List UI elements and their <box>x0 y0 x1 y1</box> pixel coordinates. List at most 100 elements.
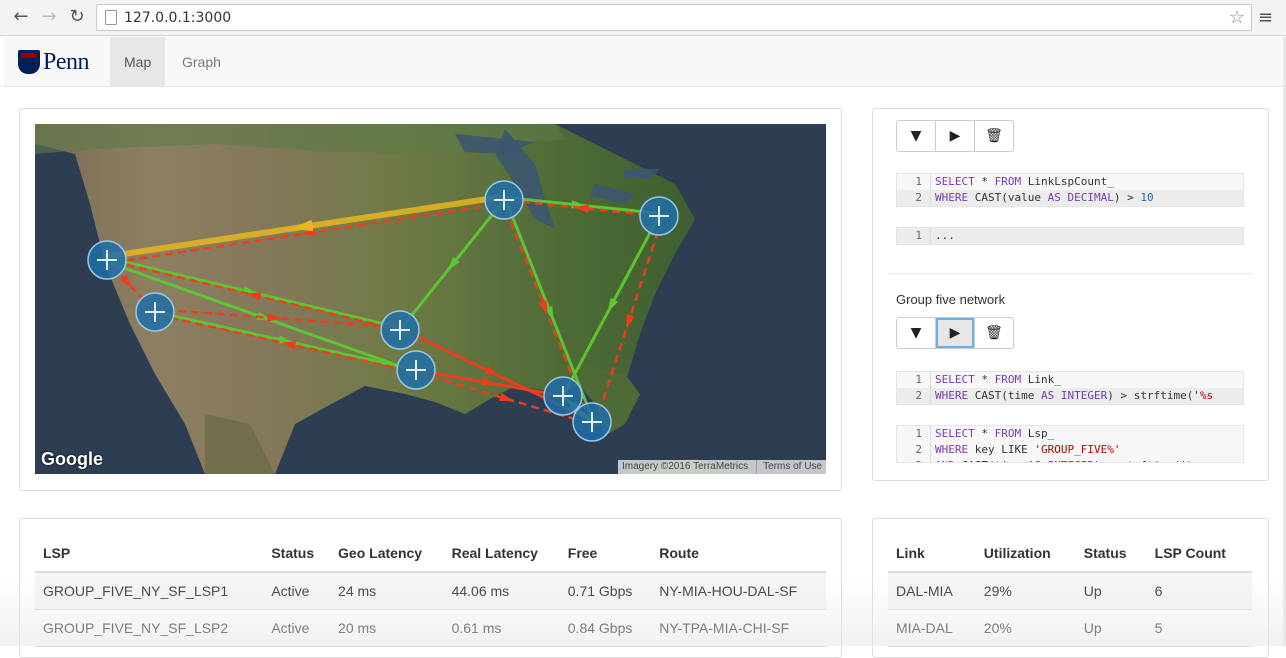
query-result-1[interactable]: 1... <box>896 227 1244 245</box>
caret-down-icon: ▼ <box>910 128 922 144</box>
code-token: ) > <box>1113 191 1141 204</box>
column-header[interactable]: Link <box>888 535 976 573</box>
run-query-button[interactable]: ▶ <box>935 120 975 152</box>
column-header[interactable]: Real Latency <box>443 535 560 573</box>
collapse-button[interactable]: ▼ <box>896 120 936 152</box>
code-line[interactable]: 1 SELECT * FROM LinkLspCount_ <box>897 174 1243 190</box>
code-token: SELECT <box>935 175 975 188</box>
code-token: FROM <box>994 373 1022 386</box>
code-line[interactable]: 2 WHERE CAST(time AS INTEGER) > strftime(… <box>897 388 1243 404</box>
penn-shield-icon <box>18 50 40 74</box>
tab-graph[interactable]: Graph <box>168 37 235 87</box>
forward-icon[interactable]: → <box>38 6 60 28</box>
router-node-icon[interactable] <box>380 310 420 350</box>
code-token: CAST(time <box>968 389 1041 402</box>
tab-map[interactable]: Map <box>110 37 166 87</box>
collapse-button[interactable]: ▼ <box>896 317 936 349</box>
browser-menu-icon[interactable]: ≡ <box>1258 7 1273 28</box>
column-header[interactable]: LSP <box>35 535 264 573</box>
table-cell: 0.61 ms <box>443 609 560 647</box>
line-number: 2 <box>897 442 931 458</box>
column-header[interactable]: LSP Count <box>1146 535 1252 573</box>
code-line[interactable]: 1 SELECT * FROM Link_ <box>897 372 1243 388</box>
code-line[interactable]: 3 AND CAST(time AS INTEGER) > strftime('%… <box>897 458 1243 462</box>
code-token: AND <box>935 458 955 462</box>
link-table-header: Link Utilization Status LSP Count <box>888 535 1252 573</box>
link-table: Link Utilization Status LSP Count DAL-MIA 29… <box>888 535 1252 647</box>
page-icon <box>105 10 117 25</box>
network-map[interactable]: Google Imagery ©2016 TerraMetrics Terms … <box>35 124 826 474</box>
line-number: 1 <box>897 174 931 190</box>
logo-text: Penn <box>43 48 90 75</box>
column-header[interactable]: Utilization <box>975 535 1076 573</box>
router-node-icon[interactable] <box>484 180 524 220</box>
table-cell: Up <box>1075 572 1147 610</box>
column-header[interactable]: Status <box>263 535 331 573</box>
router-node-icon[interactable] <box>87 240 127 280</box>
map-canvas[interactable] <box>35 124 826 474</box>
code-token: * <box>974 373 995 386</box>
code-token: WHERE <box>935 191 969 204</box>
table-cell: 6 <box>1146 572 1252 610</box>
back-icon[interactable]: ← <box>10 6 32 28</box>
table-row[interactable]: GROUP_FIVE_NY_SF_LSP1 Active 24 ms 44.06 ms… <box>35 572 826 610</box>
column-header[interactable]: Geo Latency <box>330 535 444 573</box>
run-query-button[interactable]: ▶ <box>935 317 975 349</box>
table-row[interactable]: DAL-MIA 29% Up 6 <box>888 572 1252 610</box>
router-node-icon[interactable] <box>572 402 612 442</box>
table-row[interactable]: MIA-DAL 20% Up 5 <box>888 609 1252 647</box>
table-cell: GROUP_FIVE_NY_SF_LSP1 <box>35 572 264 610</box>
reload-icon[interactable]: ↻ <box>66 6 88 28</box>
query-editor-1[interactable]: 1 SELECT * FROM LinkLspCount_ 2 WHERE CAST(… <box>896 173 1244 207</box>
code-token: ... <box>935 229 955 242</box>
app-navbar: Penn Map Graph <box>4 37 1284 87</box>
code-token: AS INTEGER <box>1028 458 1094 462</box>
caret-down-icon: ▼ <box>910 325 922 341</box>
column-header[interactable]: Status <box>1075 535 1147 573</box>
code-line[interactable]: 2 WHERE key LIKE 'GROUP_FIVE%' <box>897 442 1243 458</box>
router-node-icon[interactable] <box>639 196 679 236</box>
address-url[interactable]: 127.0.0.1:3000 <box>124 10 231 26</box>
code-token: CAST(value <box>968 191 1048 204</box>
column-header[interactable]: Route <box>651 535 826 573</box>
table-cell: Active <box>263 609 331 647</box>
line-number: 1 <box>897 372 931 388</box>
query-toolbar-2: ▼ ▶ 🗑 <box>896 317 1014 349</box>
table-cell: 0.71 Gbps <box>559 572 652 610</box>
table-cell: GROUP_FIVE_NY_SF_LSP2 <box>35 609 264 647</box>
code-line[interactable]: 2 WHERE CAST(value AS DECIMAL) > 10 <box>897 190 1243 206</box>
router-node-icon[interactable] <box>543 376 583 416</box>
code-token: * <box>974 427 995 440</box>
code-line[interactable]: 1... <box>897 228 1243 244</box>
line-number: 2 <box>897 190 931 206</box>
table-cell: 0.84 Gbps <box>559 609 652 647</box>
column-header[interactable]: Free <box>559 535 652 573</box>
address-bar[interactable]: 127.0.0.1:3000 ☆ <box>96 4 1252 31</box>
code-token: key LIKE <box>968 443 1035 456</box>
trash-icon: 🗑 <box>985 128 1003 144</box>
query-editor-2[interactable]: 1 SELECT * FROM Link_ 2 WHERE CAST(time AS … <box>896 371 1244 405</box>
table-cell: Active <box>263 572 331 610</box>
code-token: * <box>974 175 995 188</box>
delete-query-button[interactable]: 🗑 <box>974 120 1014 152</box>
code-token: ) > strftime(' <box>1094 458 1187 462</box>
line-number: 1 <box>897 426 931 442</box>
play-icon: ▶ <box>949 325 961 341</box>
terms-of-use-link[interactable]: Terms of Use <box>756 460 822 474</box>
line-number: 2 <box>897 388 931 404</box>
code-line[interactable]: 1 SELECT * FROM Lsp_ <box>897 426 1243 442</box>
code-token: FROM <box>994 427 1022 440</box>
table-cell: 44.06 ms <box>443 572 560 610</box>
query-editor-3[interactable]: 1 SELECT * FROM Lsp_ 2 WHERE key LIKE 'GROU… <box>896 425 1244 463</box>
map-attribution: Imagery ©2016 TerraMetrics Terms of Use <box>617 460 826 474</box>
table-row[interactable]: GROUP_FIVE_NY_SF_LSP2 Active 20 ms 0.61 ms 0… <box>35 609 826 647</box>
query-toolbar-1: ▼ ▶ 🗑 <box>896 120 1014 152</box>
delete-query-button[interactable]: 🗑 <box>974 317 1014 349</box>
bookmark-star-icon[interactable]: ☆ <box>1229 7 1245 28</box>
router-node-icon[interactable] <box>396 350 436 390</box>
table-cell: NY-MIA-HOU-DAL-SF <box>651 572 826 610</box>
table-cell: 5 <box>1146 609 1252 647</box>
router-node-icon[interactable] <box>135 292 175 332</box>
penn-logo[interactable]: Penn <box>18 48 90 75</box>
table-cell: DAL-MIA <box>888 572 976 610</box>
